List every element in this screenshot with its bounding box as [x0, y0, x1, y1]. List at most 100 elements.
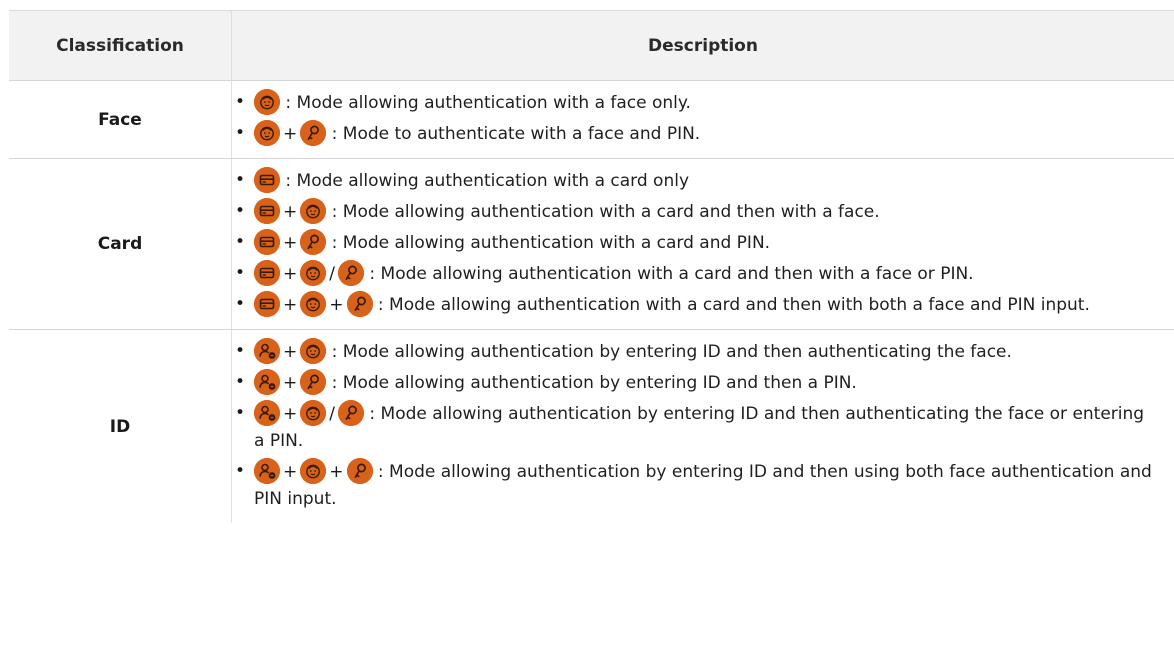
list-item: • + : Mode to authenticate with a face an…: [232, 120, 1174, 148]
classification-cell: ID: [109, 416, 131, 437]
bullet: •: [234, 372, 245, 392]
item-text-block: + : Mode allowing authentication with a …: [254, 229, 1158, 257]
id-icon: [254, 400, 280, 426]
card-icon: [254, 198, 280, 224]
bullet: •: [234, 123, 245, 143]
list-item: • + : Mode allowing authentication with a…: [232, 198, 1174, 226]
list-item: • + + : Mode allowing authentication by en…: [232, 458, 1174, 513]
face-icon: [300, 260, 327, 286]
bullet: •: [234, 232, 245, 252]
bullet: •: [234, 92, 245, 112]
mode-description: : Mode allowing authentication with a ca…: [285, 171, 690, 191]
pin-icon: [337, 260, 364, 286]
bullet: •: [234, 341, 245, 361]
pin-icon: [346, 291, 373, 317]
plus-operator: +: [283, 373, 298, 393]
bullet: •: [234, 403, 245, 423]
bullet: •: [234, 170, 245, 190]
item-text-block: + + : Mode allowing authentication with a…: [254, 291, 1158, 319]
classification-cell: Card: [97, 234, 143, 254]
list-item: • + + : Mode allowing authentication with …: [232, 291, 1174, 319]
mode-description: : Mode allowing authentication with a ca…: [331, 202, 880, 222]
card-icon: [254, 229, 280, 255]
face-icon: [300, 198, 327, 224]
face-icon: [300, 458, 327, 484]
pin-icon: [300, 120, 327, 146]
mode-icon-group: +: [254, 369, 327, 395]
card-icon: [254, 260, 280, 286]
or-operator: /: [329, 264, 335, 284]
plus-operator: +: [283, 264, 298, 284]
item-text-block: + : Mode allowing authentication by ente…: [254, 369, 1158, 397]
pin-icon: [337, 400, 364, 426]
item-text-block: + / : Mode allowing authentication with a…: [254, 260, 1158, 288]
table-header-row: Classification Description: [9, 11, 1174, 81]
mode-description: : Mode allowing authentication by enteri…: [254, 462, 1152, 509]
plus-operator: +: [329, 462, 344, 482]
plus-operator: +: [283, 233, 298, 253]
bullet: •: [234, 201, 245, 221]
id-icon: [254, 458, 280, 484]
list-item: • + : Mode allowing authentication by ent…: [232, 369, 1174, 397]
mode-icon-group: +: [254, 338, 327, 364]
list-item: • + / : Mode allowing authentication with …: [232, 260, 1174, 288]
face-icon: [300, 291, 327, 317]
mode-description: : Mode allowing authentication by enteri…: [331, 342, 1012, 362]
item-text-block: + + : Mode allowing authentication by ent…: [254, 458, 1158, 513]
mode-description: : Mode allowing authentication with a ca…: [331, 233, 771, 253]
item-text-block: : Mode allowing authentication with a ca…: [254, 167, 1158, 195]
plus-operator: +: [283, 342, 298, 362]
table-row: Face • : Mode allowing authentication wit…: [9, 81, 1174, 159]
authentication-mode-table: Classification Description Face • : Mode …: [9, 10, 1174, 523]
mode-icon-group: [254, 167, 280, 193]
table-row: ID • + : Mode allowing authentication by e…: [9, 330, 1174, 523]
face-icon: [300, 338, 327, 364]
mode-icon-group: [254, 89, 280, 115]
list-item: • : Mode allowing authentication with a …: [232, 167, 1174, 195]
id-icon: [254, 369, 280, 395]
mode-description: : Mode allowing authentication by enteri…: [331, 373, 857, 393]
mode-icon-group: + +: [254, 291, 373, 317]
mode-description: : Mode allowing authentication with a ca…: [369, 264, 974, 284]
mode-icon-group: +: [254, 229, 327, 255]
plus-operator: +: [283, 202, 298, 222]
bullet: •: [234, 294, 245, 314]
item-text-block: : Mode allowing authentication with a fa…: [254, 89, 1158, 117]
plus-operator: +: [283, 462, 298, 482]
mode-icon-group: + +: [254, 458, 373, 484]
pin-icon: [300, 229, 327, 255]
mode-description: : Mode allowing authentication with a ca…: [377, 295, 1090, 315]
plus-operator: +: [329, 295, 344, 315]
mode-icon-group: +: [254, 120, 327, 146]
face-icon: [254, 120, 280, 146]
item-text-block: + / : Mode allowing authentication by ent…: [254, 400, 1158, 455]
card-icon: [254, 167, 280, 193]
description-cell: • : Mode allowing authentication with a …: [231, 159, 1174, 329]
item-text-block: + : Mode to authenticate with a face and…: [254, 120, 1158, 148]
pin-icon: [300, 369, 327, 395]
list-item: • + / : Mode allowing authentication by en…: [232, 400, 1174, 455]
bullet: •: [234, 263, 245, 283]
classification-cell: Face: [98, 109, 142, 130]
mode-description: : Mode allowing authentication with a fa…: [285, 93, 691, 113]
id-icon: [254, 338, 280, 364]
item-text-block: + : Mode allowing authentication by ente…: [254, 338, 1158, 366]
plus-operator: +: [283, 404, 298, 424]
face-icon: [254, 89, 280, 115]
card-icon: [254, 291, 280, 317]
mode-icon-group: + /: [254, 400, 364, 426]
or-operator: /: [329, 404, 335, 424]
mode-icon-group: + /: [254, 260, 364, 286]
plus-operator: +: [283, 124, 298, 144]
table-row: Card • : Mode allowing authentication wit…: [9, 159, 1174, 330]
description-cell: • + : Mode allowing authentication by ent…: [231, 330, 1174, 523]
description-cell: • : Mode allowing authentication with a …: [231, 81, 1174, 158]
pin-icon: [346, 458, 373, 484]
mode-description: : Mode allowing authentication by enteri…: [254, 404, 1145, 451]
mode-icon-group: +: [254, 198, 327, 224]
item-text-block: + : Mode allowing authentication with a …: [254, 198, 1158, 226]
list-item: • + : Mode allowing authentication by ent…: [232, 338, 1174, 366]
mode-description: : Mode to authenticate with a face and P…: [331, 124, 701, 144]
face-icon: [300, 400, 327, 426]
list-item: • : Mode allowing authentication with a …: [232, 89, 1174, 117]
